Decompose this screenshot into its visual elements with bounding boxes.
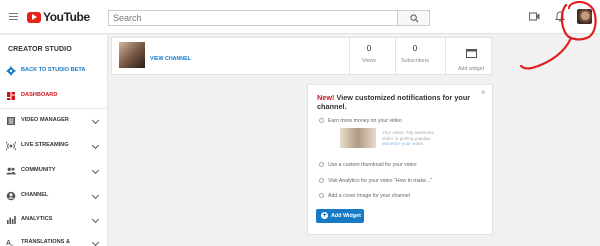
community-icon [6, 167, 16, 175]
hamburger-menu-icon[interactable] [9, 13, 18, 20]
add-widget-icon [465, 49, 477, 58]
gear-icon [6, 66, 16, 76]
video-manager-icon [7, 117, 15, 125]
subscribers-count: 0 [412, 44, 418, 53]
search-button[interactable] [397, 10, 430, 26]
notification-option-label: Earn more money on your video [328, 118, 402, 124]
radio-button[interactable] [319, 193, 324, 198]
translations-icon: A x [6, 240, 14, 246]
sidebar-item-label: BACK TO STUDIO BETA [21, 67, 86, 73]
sidebar-item-video-manager[interactable]: VIDEO MANAGER [0, 112, 107, 130]
sidebar-item-analytics[interactable]: ANALYTICS [0, 211, 107, 229]
notification-option-label: Use a custom thumbnail for your video [328, 162, 417, 168]
subscribers-stat: 0 Subscribers [395, 44, 435, 64]
sidebar-item-label: VIDEO MANAGER [21, 117, 69, 123]
top-bar: YouTube [0, 0, 600, 34]
sidebar-item-label: DASHBOARD [21, 92, 58, 98]
analytics-icon [7, 216, 16, 224]
notification-option[interactable]: Add a cover image for your channel [319, 193, 410, 199]
add-widget-label: Add widget [457, 66, 485, 72]
channel-icon [6, 191, 16, 201]
views-stat: 0 Views [349, 44, 389, 64]
sidebar-item-label: CHANNEL [21, 192, 49, 198]
plus-icon: + [321, 212, 328, 219]
chevron-down-icon [91, 215, 100, 224]
title-text: View customized notifications for your c… [317, 93, 471, 111]
logo-text: YouTube [43, 10, 90, 24]
youtube-play-icon [27, 11, 41, 23]
channel-summary-card: VIEW CHANNEL 0 Views 0 Subscribers Add w… [111, 37, 492, 75]
chevron-down-icon [91, 141, 100, 150]
notifications-card-title: New! View customized notifications for y… [317, 93, 482, 111]
account-avatar[interactable] [577, 9, 592, 24]
notification-preview-text: Your video, 'My awesome video' is gettin… [382, 130, 437, 147]
chevron-down-icon [91, 166, 100, 175]
sidebar-item-label: COMMUNITY [21, 167, 56, 173]
sidebar-divider [0, 108, 107, 109]
chevron-down-icon [91, 191, 100, 200]
notifications-widget-card: × New! View customized notifications for… [307, 84, 493, 235]
sidebar-item-translations[interactable]: A x TRANSLATIONS & [0, 234, 107, 246]
add-widget-button[interactable]: Add widget [452, 45, 490, 72]
sidebar-item-label: TRANSLATIONS & [21, 239, 70, 245]
sidebar-item-label: LIVE STREAMING [21, 142, 69, 148]
add-widget-primary-button[interactable]: + Add Widget [316, 209, 364, 223]
sidebar-item-label: ANALYTICS [21, 216, 53, 222]
live-streaming-icon [6, 141, 16, 151]
sidebar-item-channel[interactable]: CHANNEL [0, 187, 107, 205]
card-divider [445, 38, 446, 74]
notification-option-label: Add a cover image for your channel [328, 193, 410, 199]
video-camera-icon[interactable] [529, 12, 540, 21]
add-widget-button-label: Add Widget [331, 213, 361, 219]
search-icon [410, 14, 419, 23]
monetize-link[interactable]: Monetize your video. [382, 141, 437, 147]
notification-option[interactable]: Use a custom thumbnail for your video [319, 162, 417, 168]
notification-option[interactable]: Earn more money on your video [319, 118, 402, 124]
views-label: Views [361, 58, 377, 64]
preview-line: Your video, 'My awesome [382, 130, 435, 135]
subscribers-label: Subscribers [401, 58, 429, 64]
new-badge: New! [317, 93, 335, 102]
sidebar-item-dashboard[interactable]: DASHBOARD [0, 87, 107, 105]
sidebar: CREATOR STUDIO BACK TO STUDIO BETA DASHB… [0, 35, 108, 246]
sidebar-title: CREATOR STUDIO [8, 46, 72, 53]
notification-option[interactable]: Visit Analytics for your video "How to m… [319, 178, 433, 184]
sidebar-item-back-to-studio-beta[interactable]: BACK TO STUDIO BETA [0, 62, 107, 80]
chevron-down-icon [91, 116, 100, 125]
view-channel-link[interactable]: VIEW CHANNEL [150, 56, 191, 62]
search-input[interactable] [108, 10, 398, 26]
views-count: 0 [366, 44, 372, 53]
radio-button[interactable] [319, 118, 324, 123]
chevron-down-icon [91, 238, 100, 246]
sidebar-item-live-streaming[interactable]: LIVE STREAMING [0, 137, 107, 155]
radio-button[interactable] [319, 162, 324, 167]
sidebar-item-community[interactable]: COMMUNITY [0, 162, 107, 180]
dashboard-icon [7, 92, 15, 100]
notification-bell-icon[interactable] [555, 11, 565, 22]
notification-option-label: Visit Analytics for your video "How to m… [328, 178, 433, 184]
radio-button[interactable] [319, 178, 324, 183]
youtube-logo[interactable]: YouTube [27, 10, 90, 24]
channel-thumbnail[interactable] [119, 42, 145, 68]
notification-preview-image [340, 128, 376, 148]
